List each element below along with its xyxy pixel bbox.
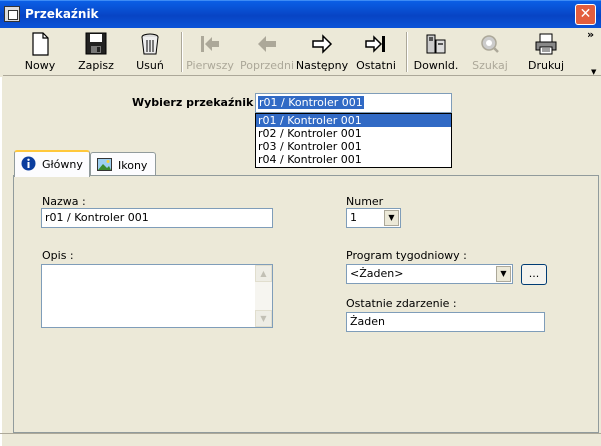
- toolbar-overflow-arrow-icon[interactable]: ▼: [591, 68, 596, 76]
- description-field[interactable]: ▲ ▼: [41, 264, 273, 328]
- previous-button[interactable]: Poprzedni: [239, 30, 295, 74]
- printer-icon: [535, 33, 557, 55]
- relay-window: Przekaźnik ✕ Nowy Zapisz Usuń Pierwszy P…: [0, 0, 601, 446]
- save-button-label: Zapisz: [78, 59, 114, 72]
- toolbar-overflow-chevron-icon[interactable]: »: [587, 28, 594, 41]
- close-button[interactable]: ✕: [575, 4, 596, 25]
- search-button-label: Szukaj: [472, 59, 508, 72]
- relay-selector-label: Wybierz przekaźnik :: [132, 96, 262, 109]
- relay-selector-combo[interactable]: r01 / Kontroler 001: [255, 93, 452, 113]
- next-button-label: Następny: [295, 59, 349, 72]
- delete-button-label: Usuń: [136, 59, 164, 72]
- list-item[interactable]: r02 / Kontroler 001: [256, 127, 451, 140]
- search-icon: [481, 35, 499, 53]
- number-label: Numer: [346, 195, 384, 208]
- tab-icons[interactable]: Ikony: [90, 152, 156, 176]
- previous-arrow-icon: [258, 36, 276, 52]
- weekly-program-value: <Żaden>: [350, 267, 404, 280]
- scroll-up-icon[interactable]: ▲: [255, 265, 272, 282]
- new-button-label: Nowy: [24, 59, 56, 72]
- title-bar: Przekaźnik ✕: [0, 0, 601, 28]
- list-item[interactable]: r03 / Kontroler 001: [256, 140, 451, 153]
- new-document-icon: [32, 32, 49, 56]
- chevron-down-icon[interactable]: ▼: [496, 266, 511, 282]
- next-button[interactable]: Następny: [295, 30, 349, 74]
- last-event-label: Ostatnie zdarzenie :: [346, 297, 457, 310]
- weekly-program-select[interactable]: <Żaden> ▼: [346, 264, 513, 284]
- scroll-down-icon[interactable]: ▼: [255, 310, 272, 327]
- print-button[interactable]: Drukuj: [523, 30, 569, 74]
- last-button-label: Ostatni: [356, 59, 396, 72]
- first-button-label: Pierwszy: [186, 59, 234, 72]
- tab-main[interactable]: Główny: [14, 150, 90, 177]
- save-disk-icon: [85, 32, 107, 55]
- status-bar: [0, 433, 601, 446]
- toolbar-separator: [406, 32, 408, 72]
- number-value: 1: [350, 211, 357, 224]
- next-arrow-icon: [312, 34, 333, 54]
- previous-button-label: Poprzedni: [239, 59, 295, 72]
- tab-icons-label: Ikony: [118, 159, 148, 172]
- new-button[interactable]: Nowy: [15, 30, 65, 74]
- last-button[interactable]: Ostatni: [353, 30, 399, 74]
- print-button-label: Drukuj: [527, 59, 565, 72]
- picture-icon: [97, 158, 112, 171]
- tab-main-label: Główny: [42, 158, 83, 171]
- list-item[interactable]: r01 / Kontroler 001: [256, 114, 451, 127]
- chevron-down-icon[interactable]: ▼: [384, 210, 399, 226]
- info-icon: [21, 156, 36, 171]
- weekly-program-label: Program tygodniowy :: [346, 249, 467, 262]
- relay-selector-dropdown-list[interactable]: r01 / Kontroler 001 r02 / Kontroler 001 …: [255, 113, 452, 168]
- download-device-icon: [426, 34, 446, 54]
- delete-button[interactable]: Usuń: [125, 30, 175, 74]
- first-arrow-icon: [201, 36, 219, 52]
- window-title: Przekaźnik: [25, 7, 99, 21]
- trash-can-icon: [141, 33, 159, 55]
- name-label: Nazwa :: [42, 195, 86, 208]
- weekly-program-browse-button[interactable]: ...: [521, 264, 547, 285]
- description-scrollbar[interactable]: ▲ ▼: [255, 265, 272, 327]
- save-button[interactable]: Zapisz: [71, 30, 121, 74]
- list-item[interactable]: r04 / Kontroler 001: [256, 153, 451, 166]
- toolbar-separator: [181, 32, 183, 72]
- download-button-label: Downld.: [413, 59, 459, 72]
- first-button[interactable]: Pierwszy: [185, 30, 235, 74]
- search-button[interactable]: Szukaj: [467, 30, 513, 74]
- relay-selector-value: r01 / Kontroler 001: [258, 96, 364, 109]
- window-app-icon: [4, 6, 20, 22]
- toolbar: Nowy Zapisz Usuń Pierwszy Poprzedni Nast…: [3, 28, 601, 76]
- description-label: Opis :: [42, 249, 74, 262]
- last-arrow-icon: [365, 35, 385, 53]
- number-select[interactable]: 1 ▼: [346, 208, 401, 228]
- download-button[interactable]: Downld.: [413, 30, 459, 74]
- last-event-field[interactable]: Żaden: [346, 312, 545, 332]
- name-field[interactable]: r01 / Kontroler 001: [41, 208, 273, 228]
